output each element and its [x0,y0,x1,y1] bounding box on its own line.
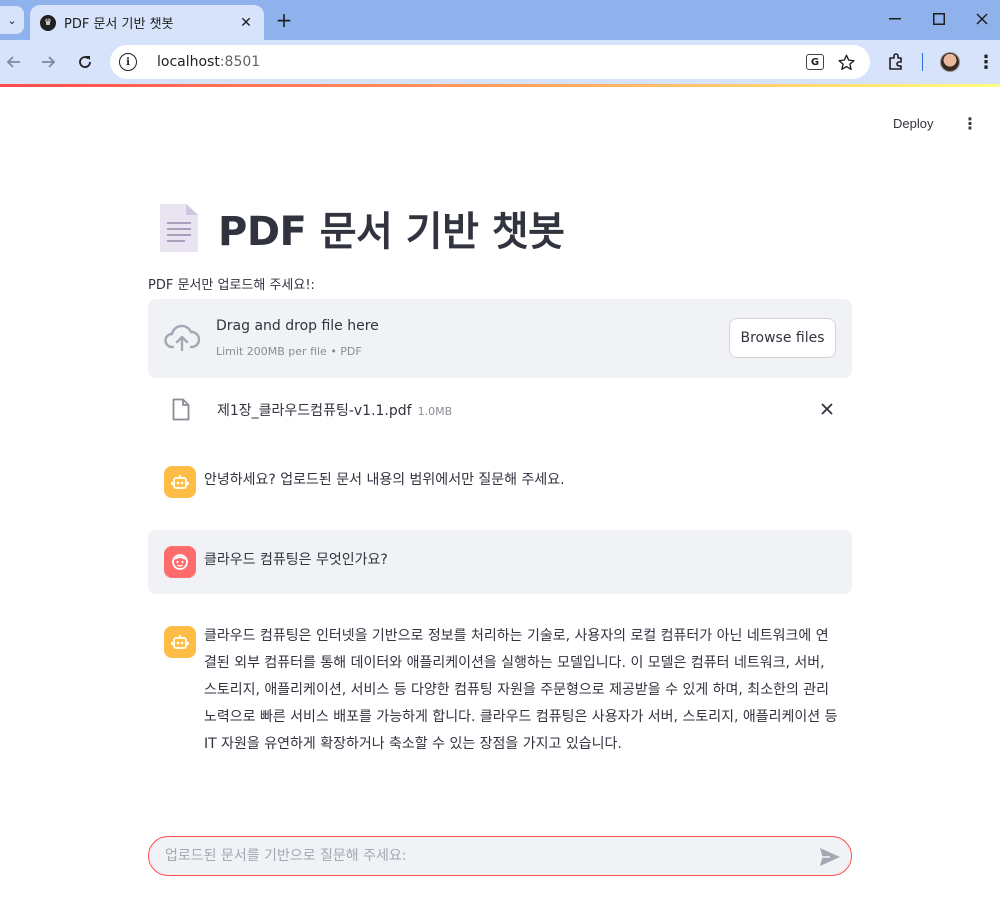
tab-close-icon[interactable]: ✕ [238,15,254,31]
back-icon[interactable] [2,50,26,74]
chat-input[interactable] [165,837,805,875]
remove-file-icon[interactable] [816,398,838,420]
browse-files-button[interactable]: Browse files [729,318,836,358]
browser-tab[interactable]: ♛ PDF 문서 기반 챗봇 ✕ [30,5,264,40]
message-text: 클라우드 컴퓨팅은 무엇인가요? [204,552,388,568]
file-dropzone[interactable]: Drag and drop file here Limit 200MB per … [148,299,852,378]
uploaded-file-name: 제1장_클라우드컴퓨팅-v1.1.pdf 1.0MB [217,400,452,420]
profile-avatar[interactable] [940,52,960,72]
maximize-icon[interactable] [927,8,951,30]
tab-search-icon[interactable]: ⌄ [0,6,24,34]
file-icon [172,398,190,421]
new-tab-button[interactable]: + [272,8,296,32]
send-icon[interactable] [819,847,841,867]
app-main-menu-icon[interactable]: ⋮ [960,111,980,135]
chat-message-assistant: 안녕하세요? 업로드된 문서 내용의 범위에서만 질문해 주세요. [148,450,852,514]
app-decoration-bar [0,84,1000,87]
message-text: 안녕하세요? 업로드된 문서 내용의 범위에서만 질문해 주세요. [204,472,565,488]
close-window-icon[interactable] [970,8,994,30]
forward-icon[interactable] [36,50,60,74]
app-favicon: ♛ [40,14,56,31]
browser-toolbar: i localhost:8501 G [0,40,1000,84]
extensions-icon[interactable] [884,50,908,74]
bookmark-star-icon[interactable] [836,52,856,72]
chat-message-user: 클라우드 컴퓨팅은 무엇인가요? [148,530,852,594]
document-icon [160,204,198,252]
deploy-button[interactable]: Deploy [893,111,933,135]
toolbar-divider [922,53,923,71]
file-size: 1.0MB [417,405,453,418]
user-avatar-icon [164,546,196,578]
site-info-icon[interactable]: i [119,53,137,71]
address-bar[interactable]: i localhost:8501 G [110,45,870,79]
bot-avatar-icon [164,466,196,498]
dropzone-limit-text: Limit 200MB per file • PDF [216,345,362,358]
file-name-text: 제1장_클라우드컴퓨팅-v1.1.pdf [217,403,412,419]
tab-title: PDF 문서 기반 챗봇 [64,17,174,32]
translate-icon[interactable]: G [806,54,824,70]
url-text: localhost:8501 [157,54,261,70]
cloud-upload-icon [164,324,200,351]
uploader-label: PDF 문서만 업로드해 주세요!: [148,278,315,293]
bot-avatar-icon [164,626,196,658]
chat-message-assistant: 클라우드 컴퓨팅은 인터넷을 기반으로 정보를 처리하는 기술로, 사용자의 로… [148,610,852,790]
browser-tab-strip: ⌄ ♛ PDF 문서 기반 챗봇 ✕ + [0,0,1000,40]
page-title: PDF 문서 기반 챗봇 [218,209,565,255]
chat-input-container [148,836,852,876]
uploaded-file-row: 제1장_클라우드컴퓨팅-v1.1.pdf 1.0MB [148,390,852,430]
browser-menu-icon[interactable]: ⋮ [977,50,995,74]
minimize-icon[interactable] [883,8,907,30]
reload-icon[interactable] [73,50,97,74]
message-text: 클라우드 컴퓨팅은 인터넷을 기반으로 정보를 처리하는 기술로, 사용자의 로… [204,628,838,752]
dropzone-title: Drag and drop file here [216,318,379,334]
title-row: PDF 문서 기반 챗봇 [148,196,565,260]
